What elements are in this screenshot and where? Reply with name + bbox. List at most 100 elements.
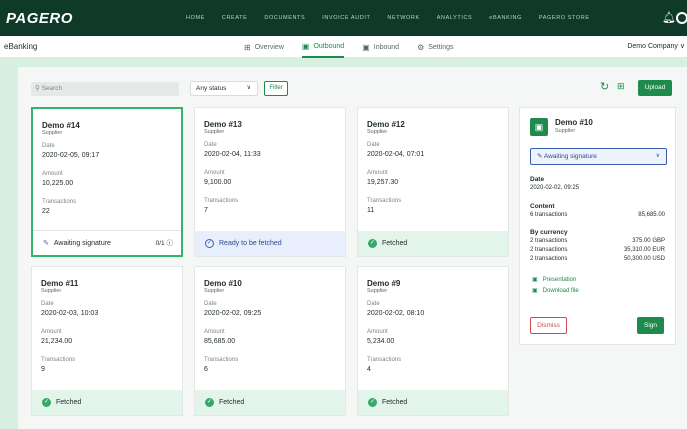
card-status-bar: ✓ Fetched <box>195 390 345 415</box>
gear-icon: ⚙︎ <box>417 42 425 52</box>
currency-row-count: 2 transactions <box>530 247 568 253</box>
document-card[interactable]: Demo #14 Supplier Date 2020-02-05, 09:17… <box>31 107 183 257</box>
document-card[interactable]: Demo #9 Supplier Date 2020-02-02, 08:10 … <box>357 266 509 416</box>
card-transactions: 11 <box>367 207 375 214</box>
card-transactions: 4 <box>367 366 371 373</box>
download-link-label: Download file <box>542 288 579 294</box>
nav-ebanking[interactable]: eBANKING <box>489 15 522 21</box>
search-placeholder: Search <box>41 85 63 92</box>
card-status: Fetched <box>382 399 408 406</box>
nav-invoice-audit[interactable]: INVOICE AUDIT <box>322 15 370 21</box>
ready-icon: ✓ <box>205 238 214 248</box>
document-icon: ▣ <box>532 277 538 283</box>
card-status: Ready to be fetched <box>219 240 282 247</box>
card-status: Awaiting signature <box>53 240 111 247</box>
bell-icon[interactable]: 🔔︎ <box>662 11 676 24</box>
document-card[interactable]: Demo #10 Supplier Date 2020-02-02, 09:25… <box>194 266 346 416</box>
card-title: Demo #9 <box>367 279 401 288</box>
tab-label: Inbound <box>373 43 400 51</box>
card-date: 2020-02-04, 07:01 <box>367 151 425 158</box>
app-name: eBanking <box>4 42 38 51</box>
date-label: Date <box>367 142 380 148</box>
card-date: 2020-02-05, 09:17 <box>42 152 100 159</box>
card-amount: 5,234.00 <box>367 338 395 345</box>
nav-network[interactable]: NETWORK <box>387 15 419 21</box>
tab-label: Overview <box>254 43 284 51</box>
sign-button[interactable]: Sign <box>637 317 664 334</box>
card-role: Supplier <box>367 129 388 135</box>
search-input[interactable]: ⚲︎ Search <box>31 82 179 96</box>
amount-label: Amount <box>367 170 388 176</box>
amount-label: Amount <box>42 171 63 177</box>
top-nav-menu: HOME CREATE DOCUMENTS INVOICE AUDIT NETW… <box>186 15 590 21</box>
amount-label: Amount <box>204 170 225 176</box>
card-title: Demo #14 <box>42 121 80 130</box>
presentation-link-label: Presentation <box>542 277 577 283</box>
signature-pen-icon: ✎ <box>43 240 49 247</box>
card-status: Fetched <box>382 240 408 247</box>
card-date: 2020-02-02, 08:10 <box>367 310 425 317</box>
nav-pagero-store[interactable]: PAGERO STORE <box>539 15 590 21</box>
transactions-label: Transactions <box>41 357 76 363</box>
tab-settings[interactable]: ⚙︎ Settings <box>417 36 453 58</box>
document-icon: ▣ <box>301 41 310 51</box>
presentation-link[interactable]: ▣ Presentation <box>532 276 576 283</box>
dismiss-button[interactable]: Dismiss <box>530 317 567 334</box>
chevron-down-icon: ∨ <box>246 85 251 91</box>
detail-content-total: 85,685.00 <box>638 212 665 218</box>
card-date: 2020-02-03, 10:03 <box>41 310 99 317</box>
transactions-label: Transactions <box>367 198 402 204</box>
amount-label: Amount <box>367 329 388 335</box>
tab-label: Settings <box>428 43 454 51</box>
card-transactions: 22 <box>42 208 50 215</box>
signature-progress: 0/1 ⓘ <box>156 231 173 256</box>
detail-status-select[interactable]: ✎ Awaiting signature ∨ <box>530 148 667 165</box>
card-status-bar: ✓ Fetched <box>358 390 508 415</box>
date-label: Date <box>42 143 55 149</box>
upload-button[interactable]: Upload <box>638 80 672 96</box>
tab-outbound[interactable]: ▣ Outbound <box>301 36 345 58</box>
info-icon: ⓘ <box>166 240 174 247</box>
currency-row-count: 2 transactions <box>530 256 568 262</box>
detail-role: Supplier <box>555 128 576 134</box>
pagero-logo[interactable]: PAGERO <box>6 10 73 27</box>
card-role: Supplier <box>204 129 225 135</box>
status-filter-select[interactable]: Any status ∨ <box>190 81 258 96</box>
card-title: Demo #10 <box>204 279 242 288</box>
card-amount: 19,257.30 <box>367 179 399 186</box>
tab-bar: ⊞ Overview ▣ Outbound ▣ Inbound ⚙︎ Setti… <box>244 36 454 58</box>
document-detail-panel: ▣ Demo #10 Supplier ✎ Awaiting signature… <box>519 107 676 345</box>
card-status-bar: ✎ Awaiting signature 0/1 ⓘ <box>33 230 181 255</box>
nav-home[interactable]: HOME <box>186 15 205 21</box>
date-label: Date <box>367 301 380 307</box>
grid-icon: ⊞ <box>244 42 251 52</box>
company-selector[interactable]: Demo Company ∨ <box>627 42 685 50</box>
grid-view-icon[interactable]: ⊞ <box>617 81 625 92</box>
detail-content-label: Content <box>530 203 555 210</box>
card-title: Demo #13 <box>204 120 242 129</box>
nav-documents[interactable]: DOCUMENTS <box>264 15 305 21</box>
tab-inbound[interactable]: ▣ Inbound <box>362 36 399 58</box>
check-circle-icon: ✓ <box>368 238 377 248</box>
nav-analytics[interactable]: ANALYTICS <box>437 15 473 21</box>
card-title: Demo #12 <box>367 120 405 129</box>
document-card[interactable]: Demo #12 Supplier Date 2020-02-04, 07:01… <box>357 107 509 257</box>
card-status: Fetched <box>219 399 245 406</box>
transactions-label: Transactions <box>42 199 77 205</box>
card-role: Supplier <box>41 288 62 294</box>
date-label: Date <box>41 301 54 307</box>
user-avatar-icon[interactable] <box>676 12 687 24</box>
card-role: Supplier <box>42 130 63 136</box>
nav-create[interactable]: CREATE <box>222 15 248 21</box>
card-date: 2020-02-02, 09:25 <box>204 310 262 317</box>
document-card[interactable]: Demo #13 Supplier Date 2020-02-04, 11:33… <box>194 107 346 257</box>
filter-button[interactable]: Filter <box>264 81 288 96</box>
download-file-link[interactable]: ▣ Download file <box>532 287 579 294</box>
card-role: Supplier <box>204 288 225 294</box>
tab-overview[interactable]: ⊞ Overview <box>244 36 284 58</box>
top-navigation-bar: PAGERO HOME CREATE DOCUMENTS INVOICE AUD… <box>0 0 687 36</box>
signature-pen-icon: ✎ <box>537 153 543 160</box>
refresh-icon[interactable]: ↻ <box>600 80 609 93</box>
document-card[interactable]: Demo #11 Supplier Date 2020-02-03, 10:03… <box>31 266 183 416</box>
chevron-down-icon: ∨ <box>655 153 660 159</box>
